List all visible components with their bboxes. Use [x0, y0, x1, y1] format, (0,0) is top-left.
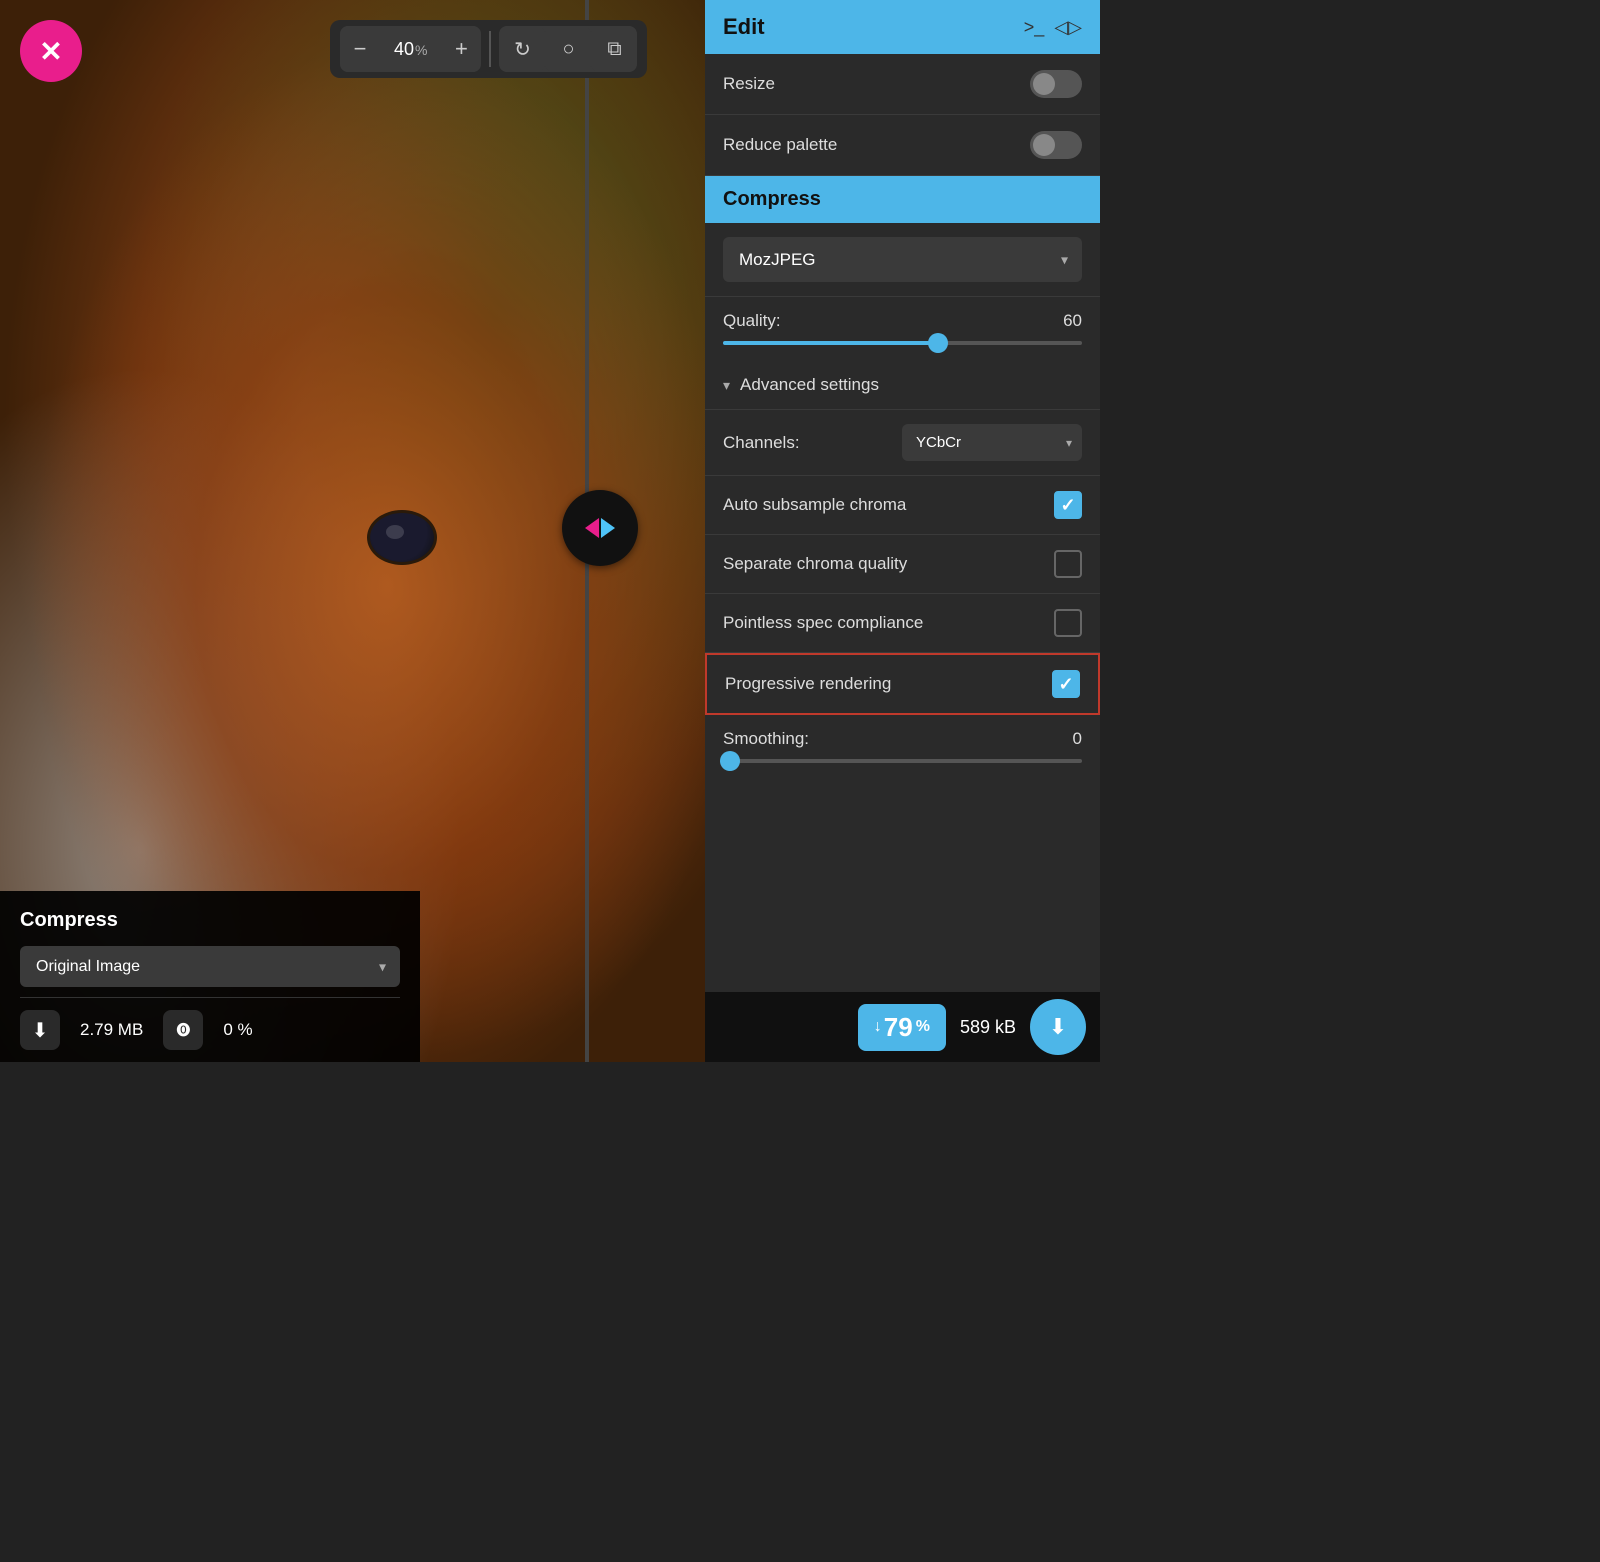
reduce-palette-row: Reduce palette — [705, 115, 1100, 176]
top-toolbar: − 40% + ↻ ○ ⧉ — [330, 20, 647, 78]
separate-chroma-checkbox[interactable] — [1054, 550, 1082, 578]
file-size-value: 2.79 MB — [80, 1020, 143, 1040]
resize-toggle-knob — [1033, 73, 1055, 95]
resize-toggle[interactable] — [1030, 70, 1082, 98]
reduction-percent-sign: % — [916, 1018, 930, 1036]
smoothing-label: Smoothing: — [723, 729, 809, 749]
layout-button[interactable]: ⧉ — [591, 26, 637, 72]
resize-label: Resize — [723, 74, 775, 94]
separate-chroma-row: Separate chroma quality — [705, 535, 1100, 594]
zoom-minus-button[interactable]: − — [340, 26, 380, 72]
progressive-rendering-checkbox[interactable] — [1052, 670, 1080, 698]
rotate-button[interactable]: ↻ — [499, 26, 545, 72]
quality-slider-track — [723, 341, 1082, 345]
smoothing-slider-thumb[interactable] — [720, 751, 740, 771]
compress-section-title: Compress — [723, 188, 821, 210]
spacer — [705, 769, 1100, 849]
channels-select[interactable]: YCbCr RGB Grayscale — [902, 424, 1082, 461]
left-image-select-wrapper: Original Image ▾ — [20, 946, 400, 987]
nav-circle-button[interactable] — [562, 490, 638, 566]
percent-stat-icon: 🄌 — [163, 1010, 203, 1050]
progressive-rendering-row: Progressive rendering — [705, 653, 1100, 715]
download-icon: ⬇ — [1049, 1014, 1067, 1040]
toolbar-actions: ↻ ○ ⧉ — [499, 26, 637, 72]
auto-subsample-row: Auto subsample chroma — [705, 476, 1100, 535]
quality-label: Quality: — [723, 311, 781, 331]
channels-label: Channels: — [723, 433, 800, 453]
smoothing-value: 0 — [1073, 729, 1082, 749]
nav-arrows — [585, 518, 615, 538]
zoom-value: 40% — [380, 39, 441, 60]
advanced-settings-label: Advanced settings — [740, 375, 879, 395]
download-stat-icon: ⬇ — [20, 1010, 60, 1050]
download-button[interactable]: ⬇ — [1030, 999, 1086, 1055]
channels-select-wrapper: YCbCr RGB Grayscale ▾ — [902, 424, 1082, 461]
channels-row: Channels: YCbCr RGB Grayscale ▾ — [705, 410, 1100, 476]
quality-slider-wrapper — [723, 341, 1082, 355]
compress-section-header: Compress — [705, 176, 1100, 223]
reduce-palette-label: Reduce palette — [723, 135, 837, 155]
bottom-right-bar: ↓ 79 % 589 kB ⬇ — [705, 992, 1100, 1062]
resize-row: Resize — [705, 54, 1100, 115]
left-image-select[interactable]: Original Image — [20, 946, 400, 987]
quality-row: Quality: 60 — [705, 297, 1100, 361]
reduction-percent-value: 79 — [884, 1012, 913, 1043]
auto-subsample-label: Auto subsample chroma — [723, 495, 906, 515]
panda-eye — [367, 510, 437, 565]
reduction-down-arrow: ↓ — [874, 1018, 882, 1036]
pointless-spec-label: Pointless spec compliance — [723, 613, 923, 633]
quality-slider-thumb[interactable] — [928, 333, 948, 353]
auto-subsample-checkbox[interactable] — [1054, 491, 1082, 519]
quality-value: 60 — [1063, 311, 1082, 331]
progressive-rendering-label: Progressive rendering — [725, 674, 891, 694]
terminal-icon[interactable]: >_ — [1024, 17, 1045, 38]
quality-label-row: Quality: 60 — [723, 311, 1082, 331]
codec-select[interactable]: MozJPEG WebP AVIF OxiPNG — [723, 237, 1082, 282]
smoothing-slider-track — [723, 759, 1082, 763]
reduction-badge: ↓ 79 % — [858, 1004, 946, 1051]
left-panel: Compress Original Image ▾ ⬇ 2.79 MB 🄌 0 … — [0, 891, 420, 1062]
edit-header-icons: >_ ◁▷ — [1024, 17, 1082, 38]
pointless-spec-checkbox[interactable] — [1054, 609, 1082, 637]
reduce-palette-toggle-knob — [1033, 134, 1055, 156]
zoom-plus-button[interactable]: + — [441, 26, 481, 72]
left-compress-title: Compress — [20, 909, 400, 932]
output-file-size: 589 kB — [960, 1017, 1016, 1038]
smoothing-row: Smoothing: 0 — [705, 715, 1100, 769]
advanced-settings-header[interactable]: ▾ Advanced settings — [705, 361, 1100, 410]
edit-title: Edit — [723, 14, 765, 40]
smoothing-label-row: Smoothing: 0 — [723, 729, 1082, 749]
advanced-chevron-icon: ▾ — [723, 377, 730, 394]
separate-chroma-label: Separate chroma quality — [723, 554, 907, 574]
nav-arrow-left — [585, 518, 599, 538]
reduce-palette-toggle[interactable] — [1030, 131, 1082, 159]
edit-header: Edit >_ ◁▷ — [705, 0, 1100, 54]
nav-arrow-right — [601, 518, 615, 538]
right-panel: Edit >_ ◁▷ Resize Reduce palette Compres… — [705, 0, 1100, 1062]
arrows-icon[interactable]: ◁▷ — [1054, 17, 1082, 38]
toolbar-divider — [489, 31, 491, 67]
pointless-spec-row: Pointless spec compliance — [705, 594, 1100, 653]
close-button[interactable]: ✕ — [20, 20, 82, 82]
percent-value: 0 % — [223, 1020, 252, 1040]
left-stats-bar: ⬇ 2.79 MB 🄌 0 % — [20, 997, 400, 1062]
codec-row: MozJPEG WebP AVIF OxiPNG ▾ — [705, 223, 1100, 297]
circle-button[interactable]: ○ — [545, 26, 591, 72]
codec-select-wrapper: MozJPEG WebP AVIF OxiPNG ▾ — [723, 237, 1082, 282]
zoom-control: − 40% + — [340, 26, 481, 72]
